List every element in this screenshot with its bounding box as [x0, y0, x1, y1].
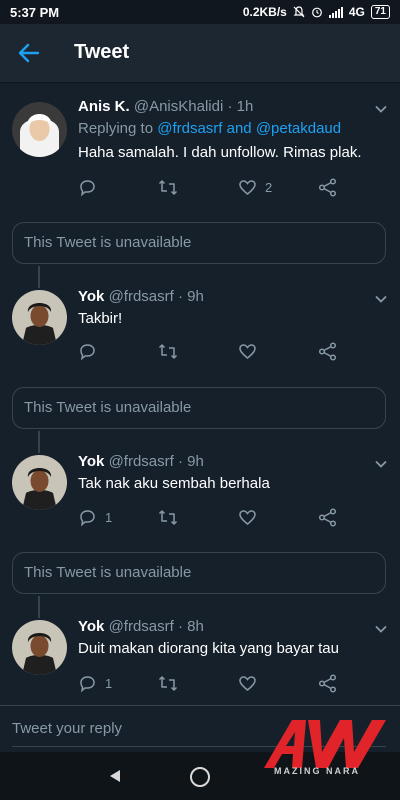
- avatar[interactable]: [12, 455, 67, 510]
- user-name[interactable]: Yok: [78, 288, 104, 305]
- reply-icon: [80, 510, 95, 527]
- watermark-shape: [264, 720, 386, 768]
- alarm-icon: [311, 7, 322, 18]
- tweet-text: Haha samalah. I dah unfollow. Rimas plak…: [78, 144, 362, 161]
- heart-icon: [239, 676, 256, 691]
- tweet-time: · 8h: [178, 618, 204, 635]
- like-button[interactable]: [238, 342, 265, 361]
- share-icon: [318, 178, 337, 197]
- unavailable-tweet-card[interactable]: This Tweet is unavailable: [12, 387, 386, 429]
- retweet-icon: [158, 180, 178, 195]
- avatar[interactable]: [12, 290, 67, 345]
- retweet-icon: [158, 676, 178, 691]
- chevron-down-icon[interactable]: [374, 102, 388, 116]
- reply-button[interactable]: 1: [78, 674, 112, 693]
- reply-icon: [80, 676, 95, 693]
- share-icon: [318, 674, 337, 693]
- like-button[interactable]: [238, 674, 265, 693]
- share-button[interactable]: [318, 674, 337, 693]
- retweet-button[interactable]: [158, 342, 178, 361]
- nav-home-icon[interactable]: [190, 767, 210, 787]
- user-handle[interactable]: @frdsasrf: [109, 618, 174, 635]
- status-bar: 5:37 PM 0.2KB/s 4G 71: [0, 0, 400, 24]
- network-type: 4G: [348, 5, 365, 19]
- chevron-down-icon[interactable]: [374, 292, 388, 306]
- watermark-logo: MAZING NARA: [262, 714, 392, 784]
- unavailable-tweet-card[interactable]: This Tweet is unavailable: [12, 552, 386, 594]
- tweet-header: Yok @frdsasrf · 9h: [78, 453, 204, 470]
- retweet-icon: [158, 344, 178, 359]
- watermark-text: MAZING NARA: [274, 766, 360, 776]
- tweet-time: · 9h: [178, 453, 204, 470]
- battery-icon: 71: [370, 5, 390, 19]
- tweet-item[interactable]: Yok @frdsasrf · 9h Tak nak aku sembah be…: [0, 447, 400, 537]
- like-count: 2: [265, 180, 273, 195]
- status-time: 5:37 PM: [10, 5, 60, 20]
- tweet-item[interactable]: Yok @frdsasrf · 8h Duit makan diorang ki…: [0, 612, 400, 704]
- chevron-down-icon[interactable]: [374, 622, 388, 636]
- nav-back-icon[interactable]: [108, 769, 122, 783]
- back-arrow-icon[interactable]: [16, 40, 42, 66]
- replying-to: Replying to @frdsasrf and @petakdaud: [78, 120, 341, 137]
- avatar[interactable]: [12, 620, 67, 675]
- user-handle[interactable]: @frdsasrf: [109, 453, 174, 470]
- share-icon: [318, 342, 337, 361]
- chevron-down-icon[interactable]: [374, 457, 388, 471]
- mute-bell-icon: [293, 6, 305, 18]
- tweet-actions: 1: [78, 674, 348, 696]
- tweet-item[interactable]: Yok @frdsasrf · 9h Takbir!: [0, 282, 400, 372]
- reply-count: 1: [105, 676, 113, 691]
- tweet-item[interactable]: Anis K. @AnisKhalidi · 1h Replying to @f…: [0, 82, 400, 214]
- reply-button[interactable]: [78, 178, 105, 197]
- page-title: Tweet: [74, 41, 130, 63]
- retweet-button[interactable]: [158, 178, 178, 197]
- status-icons: 0.2KB/s 4G 71: [243, 5, 390, 19]
- reply-count: 1: [105, 510, 113, 525]
- retweet-icon: [158, 510, 178, 525]
- reply-button[interactable]: [78, 342, 105, 361]
- share-button[interactable]: [318, 508, 337, 527]
- retweet-button[interactable]: [158, 674, 178, 693]
- retweet-button[interactable]: [158, 508, 178, 527]
- tweet-actions: 2: [78, 178, 348, 200]
- tweet-text: Duit makan diorang kita yang bayar tau: [78, 640, 339, 657]
- share-button[interactable]: [318, 178, 337, 197]
- tweet-actions: 1: [78, 508, 348, 530]
- reply-button[interactable]: 1: [78, 508, 112, 527]
- tweet-time: · 1h: [227, 98, 254, 115]
- unavailable-tweet-card[interactable]: This Tweet is unavailable: [12, 222, 386, 264]
- reply-icon: [80, 180, 95, 197]
- tweet-header: Yok @frdsasrf · 8h: [78, 618, 204, 635]
- app-header: Tweet: [0, 24, 400, 83]
- user-name[interactable]: Yok: [78, 453, 104, 470]
- like-button[interactable]: 2: [238, 178, 272, 197]
- signal-icon: [328, 6, 343, 18]
- user-handle[interactable]: @AnisKhalidi: [134, 98, 223, 115]
- tweet-header: Anis K. @AnisKhalidi · 1h: [78, 98, 253, 115]
- replying-to-label: Replying to: [78, 120, 154, 137]
- share-button[interactable]: [318, 342, 337, 361]
- reply-input[interactable]: Tweet your reply: [12, 720, 122, 737]
- tweet-time: · 9h: [178, 288, 204, 305]
- tweet-text: Tak nak aku sembah berhala: [78, 475, 270, 492]
- user-handle[interactable]: @frdsasrf: [109, 288, 174, 305]
- tweet-text: Takbir!: [78, 310, 123, 327]
- net-speed: 0.2KB/s: [242, 5, 287, 19]
- heart-icon: [239, 510, 256, 525]
- like-button[interactable]: [238, 508, 265, 527]
- avatar[interactable]: [12, 102, 67, 157]
- heart-icon: [239, 344, 256, 359]
- replying-to-users[interactable]: @frdsasrf and @petakdaud: [157, 120, 341, 137]
- heart-icon: [239, 180, 256, 195]
- user-name[interactable]: Yok: [78, 618, 104, 635]
- reply-icon: [80, 344, 95, 361]
- user-name[interactable]: Anis K.: [78, 98, 130, 115]
- tweet-actions: [78, 342, 348, 364]
- tweet-header: Yok @frdsasrf · 9h: [78, 288, 204, 305]
- share-icon: [318, 508, 337, 527]
